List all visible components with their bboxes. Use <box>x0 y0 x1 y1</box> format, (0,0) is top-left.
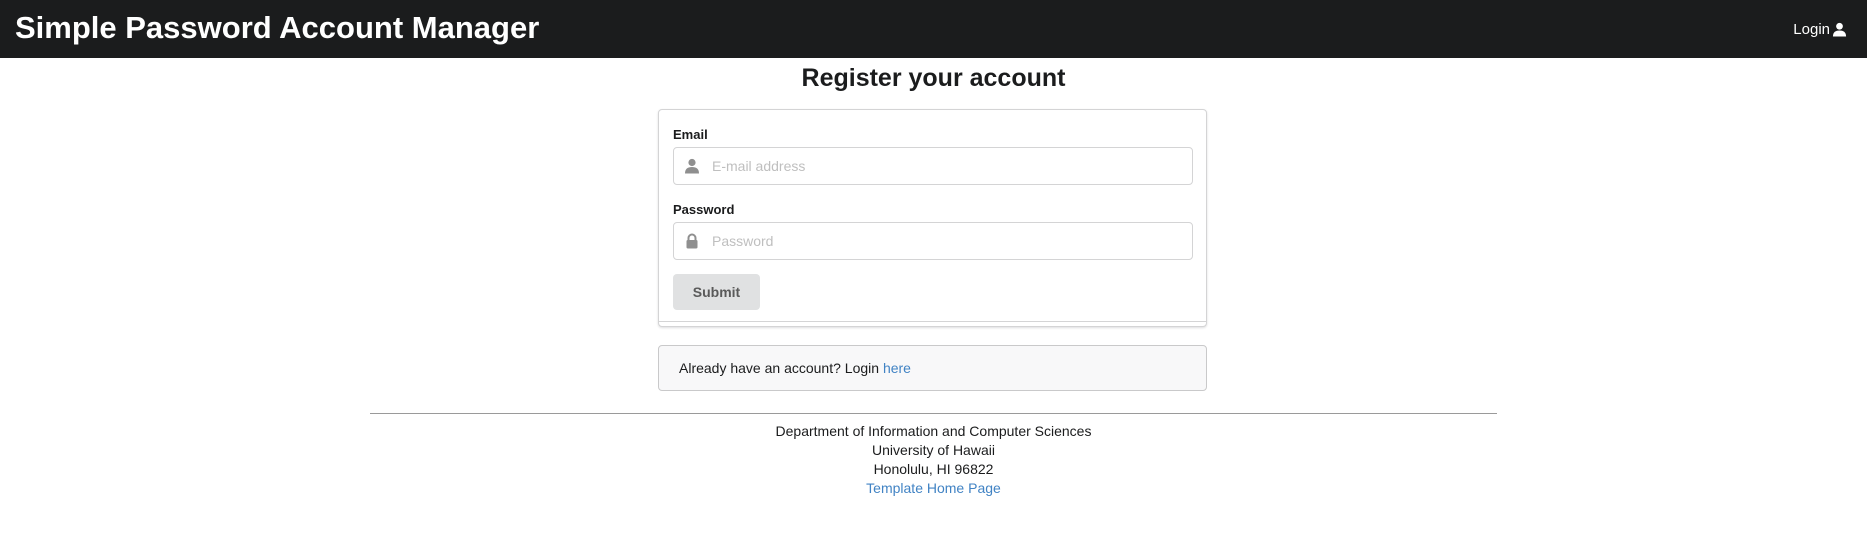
user-icon <box>684 158 700 174</box>
submit-button[interactable]: Submit <box>673 274 760 310</box>
footer-department: Department of Information and Computer S… <box>775 423 1092 439</box>
login-message-text: Already have an account? Login <box>679 360 883 376</box>
email-input[interactable] <box>712 148 1182 184</box>
lock-icon <box>684 233 700 249</box>
top-navbar: Simple Password Account Manager Login <box>0 0 1867 58</box>
register-form: Email Password Submit <box>658 109 1207 327</box>
login-here-link[interactable]: here <box>883 360 911 376</box>
footer-divider <box>370 413 1497 414</box>
footer-university: University of Hawaii <box>872 442 995 458</box>
template-home-link[interactable]: Template Home Page <box>866 480 1001 496</box>
password-input[interactable] <box>712 223 1182 259</box>
password-label: Password <box>673 202 735 217</box>
email-label: Email <box>673 127 708 142</box>
footer-address: Honolulu, HI 96822 <box>873 461 994 477</box>
page-title: Register your account <box>801 64 1066 92</box>
login-label: Login <box>1793 20 1830 38</box>
footer: Department of Information and Computer S… <box>0 422 1867 498</box>
password-field-wrapper <box>673 222 1193 260</box>
email-field-wrapper <box>673 147 1193 185</box>
login-menu[interactable]: Login <box>1793 0 1847 58</box>
user-icon <box>1832 22 1847 37</box>
app-title[interactable]: Simple Password Account Manager <box>15 0 539 58</box>
login-message: Already have an account? Login here <box>658 345 1207 391</box>
card-divider <box>659 321 1206 322</box>
